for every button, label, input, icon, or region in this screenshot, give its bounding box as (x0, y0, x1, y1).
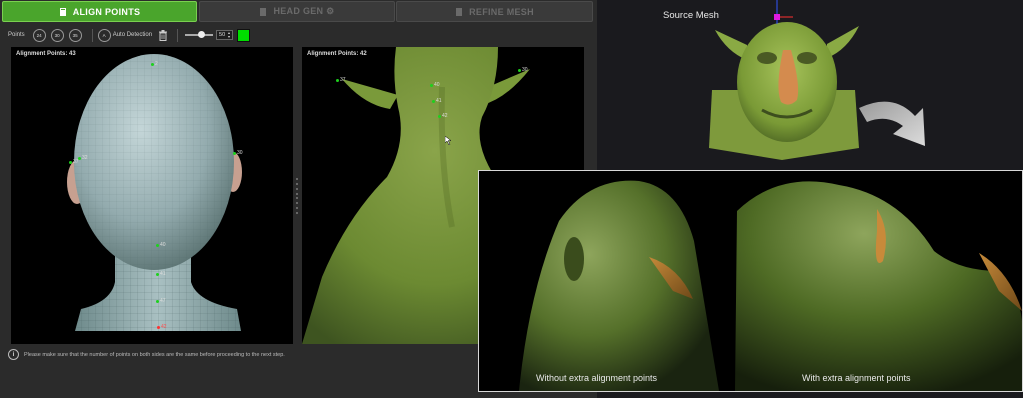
comparison-right-caption: With extra alignment points (802, 373, 911, 383)
alignment-points-count: Alignment Points: 42 (307, 51, 367, 57)
alignment-point[interactable]: 41 (432, 98, 442, 104)
tab-bar: ALIGN POINTS HEAD GEN ⚙ REFINE MESH (0, 0, 597, 22)
point-label: 37 (340, 77, 346, 83)
point-label: 41 (436, 98, 442, 104)
point-marker (430, 83, 433, 87)
toolbar-divider (177, 28, 179, 42)
tab-label: REFINE MESH (469, 6, 534, 17)
tab-refine-mesh[interactable]: REFINE MESH (396, 1, 593, 22)
point-marker (151, 62, 154, 66)
alignment-point[interactable]: 37 (336, 77, 346, 83)
point-label: 42 (161, 324, 167, 330)
source-mesh-label: Source Mesh (663, 10, 719, 21)
point-marker (156, 299, 159, 303)
points-30-button[interactable]: 30 (50, 28, 64, 42)
point-marker (156, 243, 159, 247)
tab-align-points[interactable]: ALIGN POINTS (2, 1, 197, 22)
point-label: 32 (82, 155, 88, 161)
points-label: Points (8, 32, 25, 38)
alignment-point[interactable]: 30 (233, 150, 243, 156)
alignment-points-count: Alignment Points: 43 (16, 51, 76, 57)
point-label: 30 (522, 67, 528, 73)
alignment-point[interactable]: 2 (151, 61, 158, 67)
comparison-panel: Without extra alignment points With extr… (478, 170, 1023, 392)
trash-icon[interactable] (158, 29, 168, 41)
point-label: 30 (237, 150, 243, 156)
point-size-value: 50 (219, 32, 226, 38)
point-marker (156, 272, 159, 276)
alignment-point[interactable]: 40 (430, 82, 440, 88)
point-label: 41 (160, 271, 166, 277)
point-label: 47 (160, 298, 166, 304)
comparison-left-caption: Without extra alignment points (536, 373, 658, 383)
point-color-swatch[interactable] (237, 28, 251, 42)
point-size-slider[interactable] (185, 30, 214, 40)
auto-detection-label: Auto Detection (112, 32, 153, 38)
footer-note: i Please make sure that the number of po… (8, 349, 285, 360)
point-size-input[interactable]: 50 ▴ ▾ (216, 30, 234, 40)
auto-detection-icon: A (97, 28, 111, 42)
slider-handle[interactable] (197, 31, 205, 38)
point-label: 42 (442, 113, 448, 119)
alignment-point[interactable]: 47 (156, 298, 166, 304)
tab-label: HEAD GEN ⚙ (273, 6, 335, 16)
point-marker (336, 78, 339, 82)
mouse-cursor-icon (445, 136, 452, 145)
toolbar-divider (91, 28, 93, 42)
auto-detection-button[interactable]: A Auto Detection (97, 28, 153, 42)
head-gen-tab-icon (260, 7, 267, 16)
point-marker (518, 68, 521, 72)
alignment-point[interactable]: 42 (438, 113, 448, 119)
refine-mesh-tab-icon (456, 7, 463, 16)
point-marker (233, 151, 236, 155)
alignment-point-selected[interactable]: 42 (157, 324, 167, 330)
alignment-point[interactable]: 40 (156, 242, 166, 248)
point-marker (438, 114, 441, 118)
point-marker (432, 99, 435, 103)
footer-note-text: Please make sure that the number of poin… (24, 351, 285, 358)
viewport-splitter[interactable] (296, 178, 299, 214)
point-label: 40 (434, 82, 440, 88)
point-label: 2 (155, 61, 158, 67)
points-24-button[interactable]: 24 (32, 28, 46, 42)
alignment-point[interactable]: 41 (156, 271, 166, 277)
align-points-tab-icon (59, 7, 66, 16)
point-label: 40 (160, 242, 166, 248)
tab-head-gen[interactable]: HEAD GEN ⚙ (199, 1, 395, 22)
alignment-point[interactable]: 30 (518, 67, 528, 73)
target-mesh-viewport[interactable]: Alignment Points: 43 2 37 32 30 40 41 47… (11, 47, 293, 344)
tab-label: ALIGN POINTS (72, 6, 141, 17)
alignment-point[interactable]: 32 (78, 155, 88, 161)
point-marker (69, 160, 72, 164)
point-marker (157, 325, 160, 329)
points-35-button[interactable]: 35 (68, 28, 82, 42)
stepper-arrows-icon[interactable]: ▴ ▾ (228, 31, 230, 39)
info-icon: i (8, 349, 19, 360)
toolbar: Points 24 30 35 A Auto Detection 50 ▴ ▾ (0, 24, 597, 46)
base-head-mesh (67, 54, 242, 331)
comparison-renders (519, 180, 1022, 391)
point-marker (78, 156, 81, 160)
